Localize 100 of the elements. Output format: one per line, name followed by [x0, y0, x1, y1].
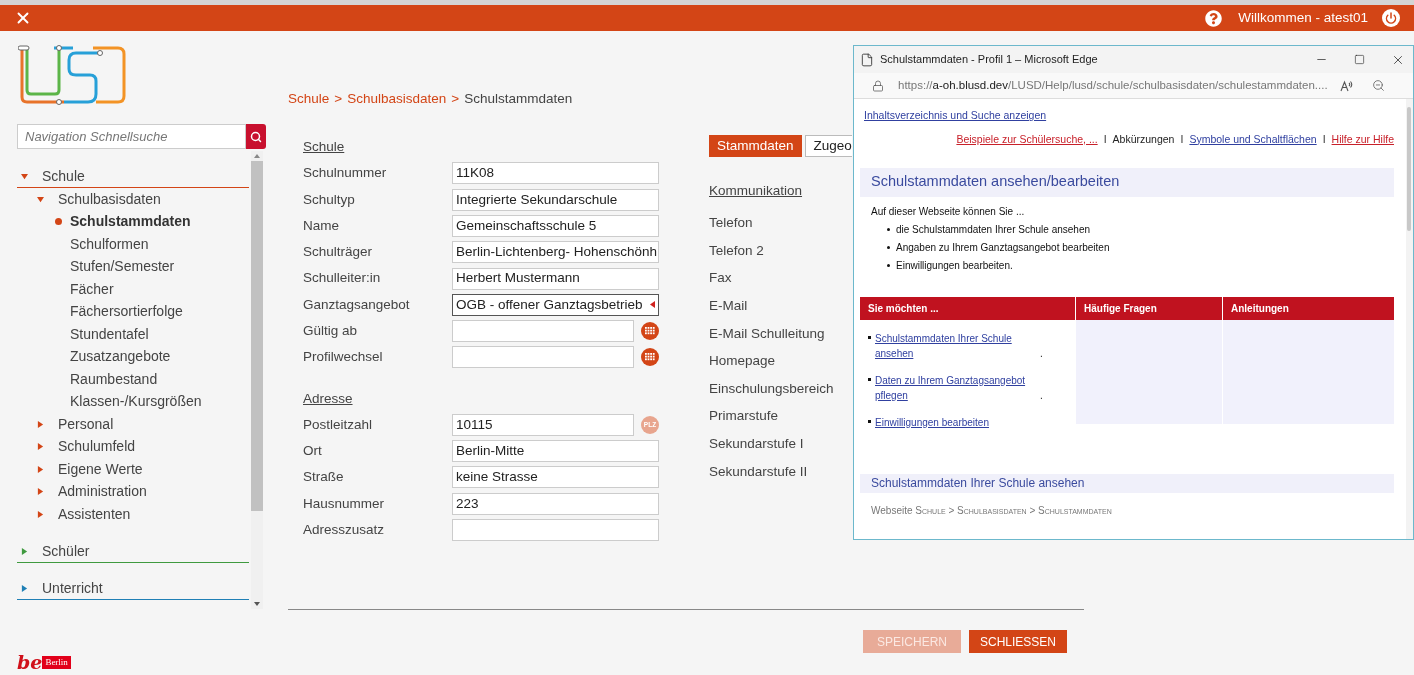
input-field[interactable]: Herbert Mustermann: [452, 267, 659, 290]
read-aloud-icon[interactable]: [1339, 79, 1354, 92]
nav-item[interactable]: Unterricht: [17, 577, 249, 600]
nav-item[interactable]: Schule: [17, 166, 249, 188]
input-field[interactable]: [452, 320, 634, 343]
help-link[interactable]: Symbole und Schaltflächen: [1189, 131, 1317, 148]
power-icon[interactable]: [1382, 9, 1400, 27]
scrollbar[interactable]: [251, 151, 263, 609]
field-label: E-Mail Schulleitung: [709, 324, 826, 343]
help-heading: Schulstammdaten ansehen/bearbeiten: [871, 172, 1120, 192]
table-header: Anleitungen: [1223, 296, 1394, 320]
help-link[interactable]: Hilfe zur Hilfe: [1331, 131, 1394, 148]
nav-item[interactable]: Eigene Werte: [17, 458, 249, 481]
breadcrumb-current: Schulstammdaten: [464, 90, 573, 108]
input-field[interactable]: 223: [452, 492, 659, 515]
breadcrumb-separator: >: [451, 90, 460, 108]
field-label: Ort: [303, 441, 323, 460]
help-link[interactable]: Einwilligungen bearbeiten: [875, 414, 989, 430]
triangle-icon[interactable]: [21, 173, 28, 180]
help-icon[interactable]: [1205, 9, 1223, 27]
list-item: Schulstammdaten Ihrer Schule ansehen .: [875, 330, 1043, 361]
table-header: Sie möchten ...: [860, 296, 1075, 320]
field-label: Postleitzahl: [303, 415, 374, 434]
breadcrumb-link[interactable]: Schulbasisdaten: [347, 89, 447, 110]
nav-item[interactable]: Personal: [17, 413, 249, 436]
bullet-text: die Schulstammdaten Ihrer Schule ansehen: [896, 222, 1090, 237]
triangle-icon[interactable]: [37, 510, 44, 518]
nav-item[interactable]: Schulbasisdaten: [17, 188, 249, 211]
nav-item[interactable]: Klassen-/Kursgrößen: [17, 390, 249, 413]
triangle-icon[interactable]: [37, 443, 44, 451]
input-field[interactable]: Berlin-Lichtenberg- Hohenschönh: [452, 241, 659, 264]
triangle-icon[interactable]: [21, 547, 28, 555]
triangle-icon[interactable]: [37, 465, 44, 473]
search-field[interactable]: Navigation Schnellsuche: [17, 124, 246, 149]
bullet-icon: [887, 263, 890, 267]
nav-item[interactable]: Stundentafel: [17, 323, 249, 346]
input-field[interactable]: 11K08: [452, 162, 659, 185]
help-link[interactable]: Daten zu Ihrem Ganztagsangebot pflegen: [875, 372, 1040, 403]
page-icon: [860, 52, 874, 67]
scroll-down-icon[interactable]: [254, 602, 260, 606]
field-label: Telefon: [709, 214, 754, 233]
bullet-icon: [868, 335, 871, 339]
tab[interactable]: Zugeo: [804, 135, 852, 158]
bullet-text: Einwilligungen bearbeiten.: [896, 258, 1013, 273]
section-heading: Adresse: [303, 389, 353, 408]
select-field[interactable]: OGB - offener Ganztagsbetrieb: [452, 293, 659, 316]
nav-item[interactable]: Fächer: [17, 278, 249, 301]
nav-item[interactable]: Zusatzangebote: [17, 345, 249, 368]
input-field[interactable]: keine Strasse: [452, 466, 659, 489]
field-label: Sekundarstufe II: [709, 462, 809, 481]
nav-item[interactable]: Stufen/Semester: [17, 255, 249, 278]
table-header: Häufige Fragen: [1076, 296, 1222, 320]
triangle-icon[interactable]: [37, 488, 44, 496]
input-field[interactable]: 10115: [452, 413, 634, 436]
field-label: Sekundarstufe I: [709, 434, 805, 453]
maximize-icon[interactable]: [1354, 54, 1365, 65]
triangle-icon[interactable]: [37, 195, 44, 203]
nav-item[interactable]: Assistenten: [17, 503, 249, 526]
input-field[interactable]: [452, 346, 634, 369]
plain-text: Abkürzungen: [1112, 131, 1175, 147]
section-heading: Schulstammdaten Ihrer Schule ansehen: [871, 475, 1085, 492]
input-field[interactable]: Gemeinschaftsschule 5: [452, 215, 659, 237]
bullet-text: Angaben zu Ihrem Ganztagsangebot bearbeiten: [896, 240, 1110, 255]
welcome-text: Willkommen - atest01: [1238, 8, 1368, 27]
bullet-icon: [868, 377, 871, 381]
action-button[interactable]: SCHLIESSEN: [969, 630, 1067, 654]
nav-item[interactable]: Fächersortierfolge: [17, 300, 249, 323]
input-field[interactable]: [452, 518, 659, 541]
calendar-icon[interactable]: [641, 322, 659, 341]
zoom-out-icon[interactable]: [1371, 79, 1385, 92]
search-button[interactable]: [246, 124, 266, 149]
scroll-up-icon[interactable]: [254, 154, 260, 158]
help-link[interactable]: Beispiele zur Schülersuche, ...: [956, 131, 1098, 148]
nav-item[interactable]: Raumbestand: [17, 368, 249, 391]
triangle-icon[interactable]: [37, 420, 44, 428]
window-title: Schulstammdaten - Profil 1 – Microsoft Edge: [880, 52, 1098, 68]
nav-item[interactable]: Schulformen: [17, 233, 249, 256]
tab[interactable]: Stammdaten: [709, 135, 802, 158]
separator-text: I: [1103, 131, 1107, 147]
field-label: Telefon 2: [709, 241, 765, 260]
nav-item[interactable]: Administration: [17, 480, 249, 503]
triangle-icon[interactable]: [21, 584, 28, 592]
help-link[interactable]: Schulstammdaten Ihrer Schule ansehen: [875, 330, 1040, 361]
input-field[interactable]: Berlin-Mitte: [452, 440, 659, 463]
toc-link[interactable]: Inhaltsverzeichnis und Suche anzeigen: [864, 108, 1047, 124]
field-label: Schulnummer: [303, 164, 388, 183]
nav-item[interactable]: Schüler: [17, 540, 249, 563]
field-label: Adresszusatz: [303, 520, 386, 539]
breadcrumb-separator: >: [334, 90, 343, 108]
nav-item[interactable]: Schulumfeld: [17, 435, 249, 458]
field-label: Schulträger: [303, 243, 374, 262]
lock-icon: [872, 79, 884, 92]
caret-icon: [650, 301, 655, 309]
scrollbar[interactable]: [1406, 99, 1413, 539]
field-label: Homepage: [709, 352, 777, 371]
nav-item[interactable]: Schulstammdaten: [17, 210, 249, 233]
input-field[interactable]: Integrierte Sekundarschule: [452, 188, 659, 211]
calendar-icon[interactable]: [641, 348, 659, 367]
breadcrumb-link[interactable]: Schule: [288, 89, 330, 110]
field-label: Hausnummer: [303, 494, 386, 513]
